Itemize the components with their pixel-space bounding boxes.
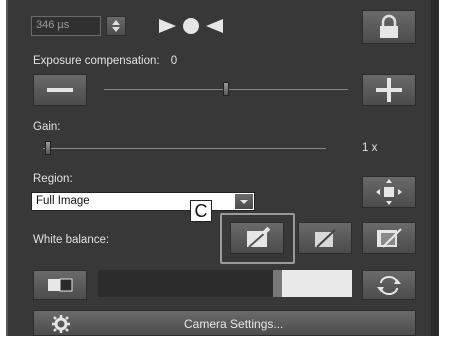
white-picker-icon xyxy=(363,223,415,253)
exposure-increase-button[interactable] xyxy=(362,74,416,106)
camera-settings-label: Camera Settings... xyxy=(184,317,284,331)
white-balance-picker-icon xyxy=(231,223,283,253)
exposure-compensation-value: 0 xyxy=(170,55,178,67)
callout-c: C xyxy=(190,200,212,222)
gray-balance-button[interactable] xyxy=(298,222,352,254)
panel-edge xyxy=(431,0,439,336)
exposure-time-value: 346 µs xyxy=(36,19,70,31)
black-white-toggle-icon xyxy=(34,271,86,299)
record-dot-icon xyxy=(180,18,202,40)
region-select[interactable]: Full Image xyxy=(31,192,255,211)
center-region-icon xyxy=(363,177,415,207)
region-label: Region: xyxy=(33,173,73,185)
lock-icon xyxy=(363,11,415,43)
center-region-button[interactable] xyxy=(362,176,416,208)
white-balance-label: White balance: xyxy=(33,234,110,246)
white-balance-bar-white xyxy=(282,270,352,297)
play-button[interactable] xyxy=(156,17,178,35)
exposure-stepper[interactable] xyxy=(106,16,126,36)
black-white-toggle-button[interactable] xyxy=(33,270,87,300)
gain-track xyxy=(43,148,326,149)
region-dropdown-button[interactable] xyxy=(235,194,253,209)
exposure-compensation-slider[interactable] xyxy=(223,82,229,96)
white-balance-bar-divider xyxy=(273,270,282,297)
plus-icon xyxy=(363,75,415,105)
exposure-time-field[interactable]: 346 µs xyxy=(31,16,101,36)
lock-button[interactable] xyxy=(362,10,416,44)
record-button[interactable] xyxy=(180,16,202,36)
auto-white-balance-button[interactable] xyxy=(230,222,284,254)
play-icon xyxy=(156,19,178,39)
reverse-button[interactable] xyxy=(204,17,226,35)
exposure-decrease-button[interactable] xyxy=(33,74,87,106)
refresh-icon xyxy=(363,271,415,299)
reverse-icon xyxy=(204,19,226,39)
gain-slider[interactable] xyxy=(45,141,51,155)
minus-icon xyxy=(34,75,86,105)
gain-value: 1 x xyxy=(362,142,378,154)
dropdown-arrow-icon xyxy=(235,196,253,213)
exposure-compensation-label-text: Exposure compensation: xyxy=(33,55,160,67)
gray-picker-icon xyxy=(299,223,351,253)
callout-letter: C xyxy=(194,201,208,221)
gear-icon xyxy=(50,314,72,339)
spin-stepper-icon xyxy=(107,17,125,35)
white-reference-button[interactable] xyxy=(362,222,416,254)
region-selected-value: Full Image xyxy=(36,195,90,207)
white-balance-bar xyxy=(98,270,352,297)
gain-label: Gain: xyxy=(33,121,61,133)
exposure-compensation-label: Exposure compensation: 0 xyxy=(33,54,177,68)
camera-settings-button[interactable]: Camera Settings... xyxy=(33,310,416,336)
refresh-button[interactable] xyxy=(362,270,416,300)
